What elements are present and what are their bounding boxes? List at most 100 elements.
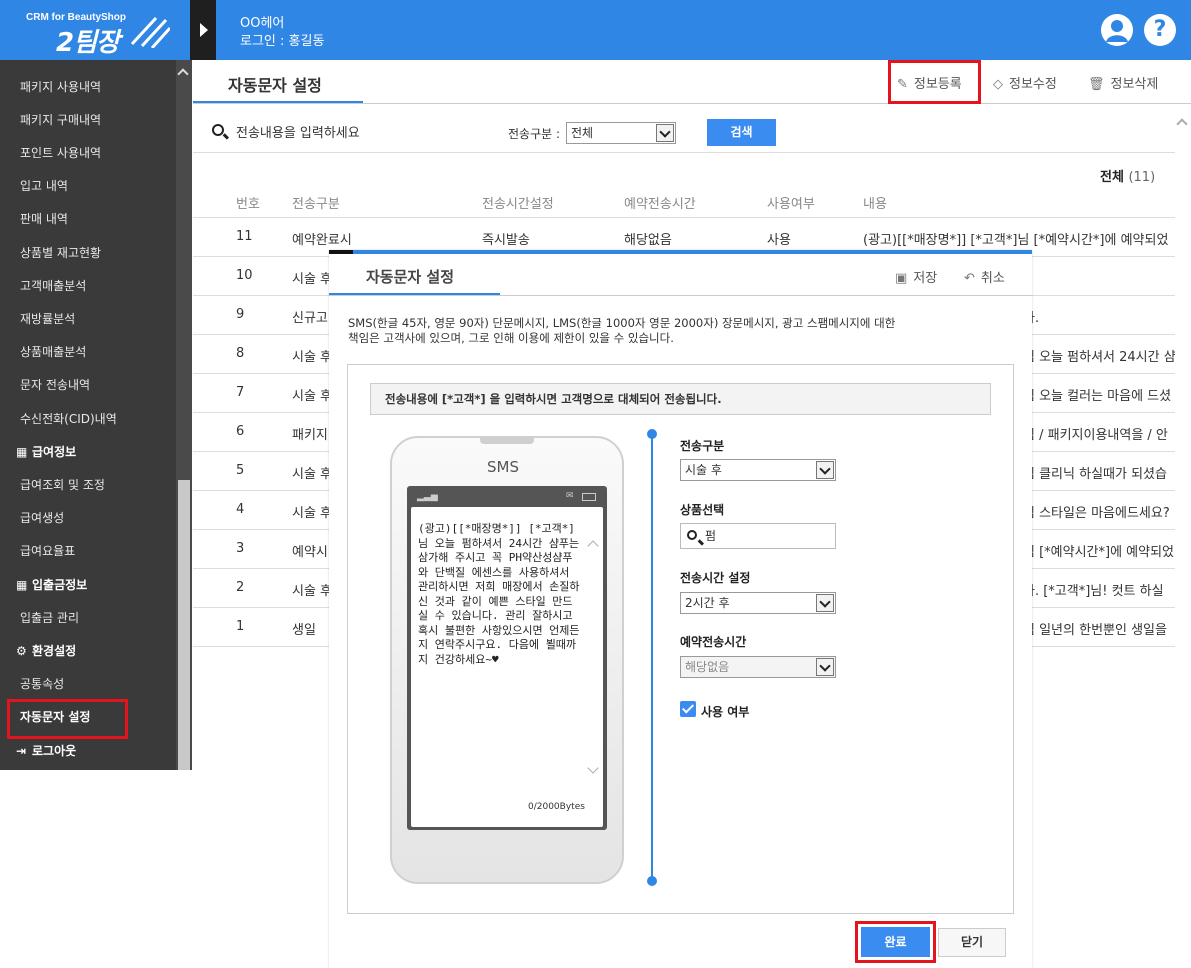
sidebar-item-pay-rate[interactable]: 급여요율표 xyxy=(0,535,176,568)
chevron-down-icon xyxy=(656,124,674,142)
table-cell-content: (광고)[[*매장명*]] [*고객*]님 [*예약시간*]에 예약되었 xyxy=(863,233,1169,248)
sidebar-item-customer-sales[interactable]: 고객매출분석 xyxy=(0,270,176,303)
use-checkbox[interactable] xyxy=(680,701,696,717)
save-button[interactable]: ▣ 저장 xyxy=(895,267,937,286)
sidebar-scroll-thumb[interactable] xyxy=(178,480,190,770)
send-time-select[interactable]: 2시간 후 xyxy=(680,592,836,614)
send-type-value: 시술 후 xyxy=(685,463,722,477)
table-cell-type: 시술 후 xyxy=(292,584,333,599)
sidebar-logout-label: 로그아웃 xyxy=(32,744,77,758)
table-cell-no: 3 xyxy=(236,541,245,556)
gear-icon: ⚙ xyxy=(16,644,27,658)
table-cell-type: 생일 xyxy=(292,623,316,638)
reserve-time-value: 해당없음 xyxy=(685,660,730,674)
column-header-use: 사용여부 xyxy=(767,197,815,212)
notice-line-2: 책임은 고객사에 있으며, 그로 인해 이용에 제한이 있을 수 있습니다. xyxy=(348,331,674,345)
reserve-time-select[interactable]: 해당없음 xyxy=(680,656,836,678)
search-icon xyxy=(687,530,697,540)
sidebar-scrollbar[interactable] xyxy=(176,60,192,770)
product-value: 펌 xyxy=(705,529,717,543)
table-cell-content: 님 오늘 펌하셔서 24시간 샴 xyxy=(1023,350,1175,365)
delete-button[interactable]: 🗑 정보삭제 xyxy=(1088,73,1158,92)
sidebar-item-revisit[interactable]: 재방률분석 xyxy=(0,303,176,336)
help-icon[interactable]: ? xyxy=(1144,14,1176,46)
sidebar-item-pay-create[interactable]: 급여생성 xyxy=(0,502,176,535)
product-search-input[interactable]: 펌 xyxy=(680,523,836,549)
chevron-down-icon xyxy=(816,658,834,676)
table-cell-type: 시술 후 xyxy=(292,350,333,365)
scroll-up-icon[interactable] xyxy=(1176,118,1188,130)
sidebar-item-point-usage[interactable]: 포인트 사용내역 xyxy=(0,137,176,170)
use-checkbox-label[interactable]: 사용 여부 xyxy=(701,703,749,720)
table-cell-type: 패키지 xyxy=(292,428,328,443)
message-text: (광고)[[*매장명*]] [*고객*]님 오늘 펌하셔서 24시간 샴푸는 삼… xyxy=(418,522,580,666)
table-cell-use: 사용 xyxy=(767,233,791,248)
sidebar-item-cid[interactable]: 수신전화(CID)내역 xyxy=(0,403,176,436)
sidebar-item-stock-in[interactable]: 입고 내역 xyxy=(0,170,176,203)
shop-name: OO헤어 xyxy=(240,16,285,31)
page-title-divider xyxy=(193,103,1191,104)
sidebar-group-settings-label: 환경설정 xyxy=(32,644,77,658)
product-label: 상품선택 xyxy=(680,503,725,517)
close-button[interactable]: 닫기 xyxy=(938,928,1006,957)
sidebar-toggle-button[interactable] xyxy=(190,0,216,60)
sidebar-item-common-attr[interactable]: 공통속성 xyxy=(0,668,176,701)
table-cell-content: 다. xyxy=(1023,307,1175,326)
column-header-reserve: 예약전송시간 xyxy=(624,197,696,212)
sidebar-group-settings[interactable]: ⚙ 환경설정 xyxy=(0,635,176,668)
total-number: (11) xyxy=(1128,170,1156,185)
sidebar-group-pay[interactable]: ▦ 급여정보 xyxy=(0,436,176,469)
highlight-box-sidebar xyxy=(7,699,128,739)
undo-icon: ↶ xyxy=(964,271,975,286)
search-type-label: 전송구분 : xyxy=(508,127,561,141)
table-cell-content: 님 일년의 한번뿐인 생일을 xyxy=(1023,623,1167,638)
column-header-type: 전송구분 xyxy=(292,197,340,212)
sidebar-item-product-sales[interactable]: 상품매출분석 xyxy=(0,336,176,369)
reserve-time-label: 예약전송시간 xyxy=(680,635,747,649)
user-icon[interactable] xyxy=(1101,14,1133,46)
sidebar-item-cash-manage[interactable]: 입출금 관리 xyxy=(0,602,176,635)
cancel-button[interactable]: ↶ 취소 xyxy=(964,267,1005,286)
logo-title: 2팀장 xyxy=(56,28,120,58)
eraser-icon: ◇ xyxy=(993,77,1003,92)
table-cell-content: 님 / 패키지이용내역을 / 안 xyxy=(1023,428,1168,443)
table-cell-no: 1 xyxy=(236,619,245,634)
sidebar-item-logout[interactable]: ⇥ 로그아웃 xyxy=(0,735,176,768)
table-cell-type: 예약시 xyxy=(292,545,328,560)
sidebar-item-inventory[interactable]: 상품별 재고현황 xyxy=(0,237,176,270)
cancel-label: 취소 xyxy=(980,271,1005,286)
send-time-value: 2시간 후 xyxy=(685,596,730,610)
edit-button[interactable]: ◇ 정보수정 xyxy=(993,73,1057,92)
table-cell-no: 2 xyxy=(236,580,245,595)
chevron-right-icon xyxy=(200,23,208,37)
notice-text: SMS(한글 45자, 영문 90자) 단문메시지, LMS(한글 1000자 … xyxy=(348,316,988,346)
search-button[interactable]: 검색 xyxy=(707,119,776,146)
modal-title-divider xyxy=(329,295,1032,296)
table-cell-no: 7 xyxy=(236,385,245,400)
modal-corner-mark xyxy=(329,250,353,254)
search-type-value: 전체 xyxy=(571,126,594,140)
search-input[interactable]: 전송내용을 입력하세요 xyxy=(236,122,360,141)
scroll-up-icon[interactable] xyxy=(177,68,189,80)
sidebar-item-package-usage[interactable]: 패키지 사용내역 xyxy=(0,71,176,104)
send-time-label: 전송시간 설정 xyxy=(680,571,751,585)
highlight-box-done xyxy=(855,921,936,963)
sidebar-group-cash[interactable]: ▦ 입출금정보 xyxy=(0,569,176,602)
sidebar-group-pay-label: 급여정보 xyxy=(32,445,77,459)
sidebar-item-package-purchase[interactable]: 패키지 구매내역 xyxy=(0,104,176,137)
table-cell-no: 9 xyxy=(236,307,245,322)
table-cell-reserve: 해당없음 xyxy=(624,233,672,248)
sidebar-item-sms-history[interactable]: 문자 전송내역 xyxy=(0,369,176,402)
column-header-time: 전송시간설정 xyxy=(482,197,554,212)
sidebar-item-pay-adjust[interactable]: 급여조회 및 조정 xyxy=(0,469,176,502)
app-logo[interactable]: CRM for BeautyShop 2팀장 xyxy=(0,0,190,60)
search-type-select[interactable]: 전체 xyxy=(566,122,676,144)
send-type-select[interactable]: 시술 후 xyxy=(680,459,836,481)
calculator-icon: ▦ xyxy=(16,578,28,592)
timeline-dot-top xyxy=(647,429,657,439)
sidebar-item-sales[interactable]: 판매 내역 xyxy=(0,203,176,236)
table-cell-type: 시술 후 xyxy=(292,389,333,404)
page-title: 자동문자 설정 xyxy=(228,76,322,95)
phone-speaker xyxy=(480,438,534,444)
byte-counter: 0/2000Bytes xyxy=(528,802,585,812)
